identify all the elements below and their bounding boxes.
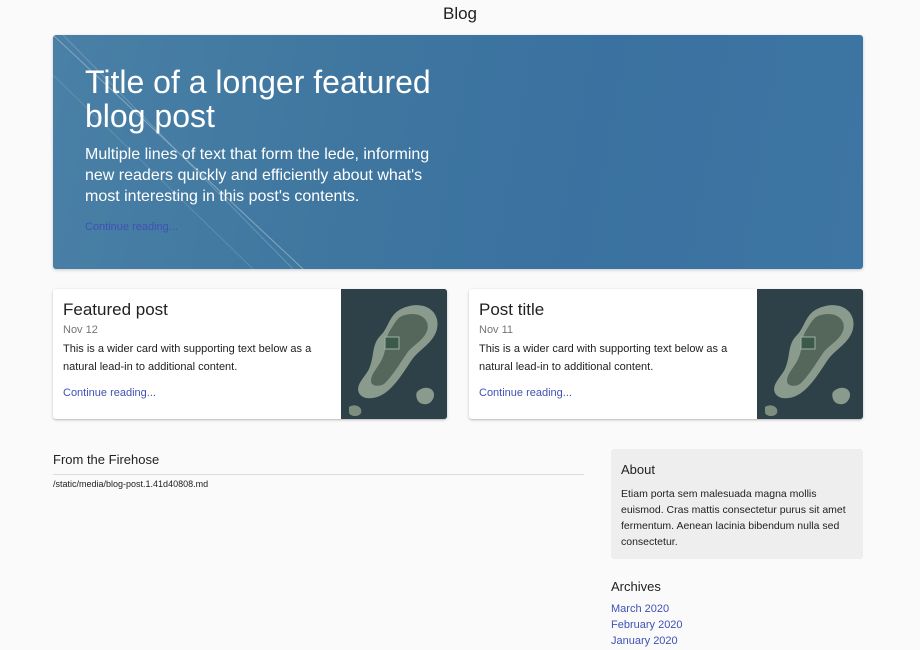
post-card-title: Post title: [479, 300, 545, 319]
post-card-continue-link[interactable]: Continue reading...: [63, 387, 156, 399]
archive-link[interactable]: January 2020: [611, 633, 683, 649]
site-title: Blog: [442, 4, 478, 23]
post-card-image: [757, 289, 863, 419]
about-title: About: [621, 462, 655, 477]
featured-post-title: Title of a longer featured blog post: [85, 64, 431, 134]
archive-link[interactable]: March 2020: [611, 601, 683, 617]
post-card-date: Nov 12: [63, 324, 98, 336]
archives-title: Archives: [611, 579, 661, 594]
post-card-title: Featured post: [63, 300, 168, 319]
post-card-text: This is a wider card with supporting tex…: [479, 343, 728, 373]
featured-continue-reading-link[interactable]: Continue reading...: [85, 221, 178, 233]
post-card-continue-link[interactable]: Continue reading...: [479, 387, 572, 399]
archives-list: March 2020 February 2020 January 2020: [611, 601, 683, 649]
featured-post-lede: Multiple lines of text that form the led…: [85, 146, 430, 205]
post-card-image: [341, 289, 447, 419]
archive-link[interactable]: February 2020: [611, 617, 683, 633]
post-card-featured[interactable]: Featured post Nov 12 This is a wider car…: [53, 289, 447, 419]
featured-post-banner: Title of a longer featured blog post Mul…: [53, 35, 863, 269]
about-text: Etiam porta sem malesuada magna mollis e…: [621, 488, 846, 548]
post-card-secondary[interactable]: Post title Nov 11 This is a wider card w…: [469, 289, 863, 419]
about-panel: About Etiam porta sem malesuada magna mo…: [611, 449, 863, 559]
post-file-path: /static/media/blog-post.1.41d40808.md: [53, 479, 209, 489]
post-card-text: This is a wider card with supporting tex…: [63, 343, 312, 373]
main-section-title: From the Firehose: [53, 452, 160, 467]
post-card-date: Nov 11: [479, 324, 514, 336]
section-divider: [53, 474, 584, 475]
